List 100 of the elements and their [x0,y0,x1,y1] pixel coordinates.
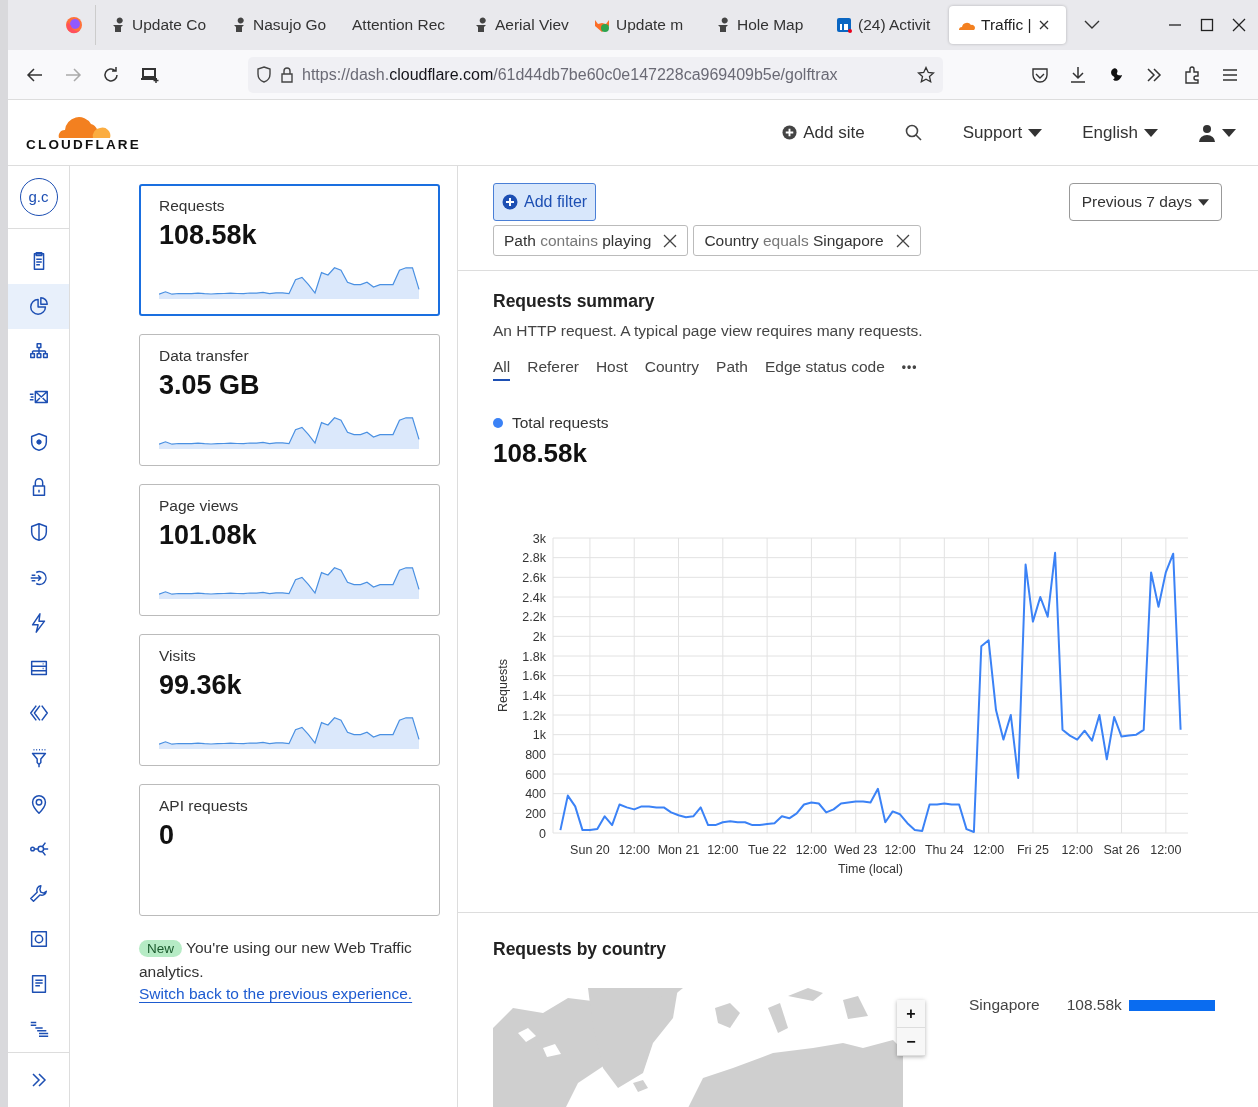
x-axis-title: Time (local) [838,862,903,876]
dimension-tab[interactable]: Host [595,358,628,381]
zoom-in-button[interactable]: + [897,1000,925,1028]
time-range-dropdown[interactable]: Previous 7 days [1068,183,1222,221]
y-tick-label: 2.4k [522,590,546,605]
laptop-icon[interactable] [140,65,160,84]
stat-label: API requests [159,797,249,815]
stat-card[interactable]: Data transfer 3.05 GB [139,334,440,466]
x-tick-label: Sun 20 [570,843,610,857]
y-tick-label: 2.6k [522,570,546,585]
notice-text: You're using our new Web Traffic [186,939,412,956]
legend-label: Total requests [512,414,609,432]
stat-value: 3.05 GB [159,370,261,401]
browser-tab[interactable]: Nasujo Go [223,6,340,44]
y-tick-label: 2.2k [522,610,546,625]
address-bar[interactable]: https://dash.cloudflare.com/61d44db7be60c0e147228ca969409b5e/golftrax [248,56,943,93]
total-value: 108.58k [493,438,588,469]
x-tick-label: 12:00 [1150,843,1182,857]
dimension-tab[interactable]: Country [644,358,700,381]
stat-value: 0 [159,820,176,851]
square-icon [836,17,852,33]
menu-dropdown[interactable]: English [1082,122,1158,143]
filter-chip[interactable]: Country equals Singapore [693,225,921,256]
x-tick-label: Thu 24 [924,843,964,857]
browser-tab[interactable]: Hole Map [707,6,824,44]
logo-text: CLOUDFLARE [26,137,141,152]
y-tick-label: 600 [525,767,546,782]
filter-chip[interactable]: Path contains playing [493,225,689,256]
wrench-icon [27,882,50,905]
pocket-icon[interactable] [1031,65,1049,84]
plus-circle-icon [502,194,518,210]
browser-tab[interactable]: Attention Rec [344,6,461,44]
switch-back-link[interactable]: Switch back to the previous experience. [139,985,440,1003]
stat-label: Data transfer [159,347,250,365]
add-site-button[interactable]: Add site [782,122,865,143]
new-badge: New [139,940,182,957]
expand-icon[interactable] [29,1071,48,1089]
x-tick-label: Fri 25 [1016,843,1049,857]
firefox-icon [64,16,83,34]
add-filter-button[interactable]: Add filter [493,183,597,221]
dimension-tab[interactable]: Referer [527,358,579,381]
close-icon[interactable] [895,233,910,248]
y-tick-label: 1k [532,728,546,743]
chevrons-right-icon[interactable] [1145,65,1163,84]
y-tick-label: 2.8k [522,551,546,566]
close-icon[interactable] [663,233,678,248]
stat-label: Page views [159,497,240,515]
browser-tab[interactable]: Aerial Viev [465,6,582,44]
pie-chart-icon [27,295,50,318]
y-tick-label: 3k [532,531,546,546]
caret-icon [1222,128,1236,137]
browser-tab[interactable]: (24) Activit [828,6,945,44]
stat-card[interactable]: Requests 108.58k [139,184,440,316]
close-icon[interactable] [1037,19,1050,31]
maximize-icon[interactable] [1200,18,1214,32]
y-tick-label: 1.2k [522,708,546,723]
x-tick-label: 12:00 [618,843,650,857]
reload-icon[interactable] [102,65,120,84]
filter-text: Country equals Singapore [704,231,884,250]
filter-text: Path contains playing [504,231,652,250]
dimension-tab[interactable]: Edge status code [764,358,885,381]
section-title: Requests summary [493,291,656,312]
stat-value: 101.08k [159,520,258,551]
dimension-tab[interactable]: Path [716,358,748,381]
section-title: Requests by country [493,939,668,960]
x-tick-label: Sat 26 [1103,843,1140,857]
x-tick-label: 12:00 [884,843,916,857]
caret-icon [1198,198,1209,206]
back-icon[interactable] [26,65,44,84]
browser-tab[interactable]: Update m [586,6,703,44]
sidebar-item[interactable] [8,283,69,330]
y-tick-label: 200 [525,806,546,821]
stat-card[interactable]: Visits 99.36k [139,634,440,766]
x-tick-label: Mon 21 [657,843,700,857]
plus-circle-icon [782,125,798,140]
chevron-down-icon[interactable] [1084,20,1100,30]
zoom-out-button[interactable]: − [897,1028,925,1056]
stat-card[interactable]: API requests 0 [139,784,440,916]
x-tick-label: Tue 22 [747,843,787,857]
x-tick-label: 12:00 [707,843,739,857]
stat-value: 99.36k [159,670,243,701]
y-tick-label: 800 [525,747,546,762]
close-icon[interactable] [1232,18,1246,32]
search-icon[interactable] [904,123,923,142]
user-menu[interactable] [1198,123,1236,142]
y-axis-title: Requests [496,659,510,712]
menu-dropdown[interactable]: Support [962,122,1043,143]
x-tick-label: 12:00 [973,843,1005,857]
user-icon [1198,123,1216,142]
browser-tab[interactable]: Update Co [102,6,219,44]
puzzle-icon[interactable] [1183,65,1201,84]
y-tick-label: 0 [539,826,546,841]
y-tick-label: 1.4k [522,688,546,703]
stat-card[interactable]: Page views 101.08k [139,484,440,616]
star-icon[interactable] [917,65,935,84]
download-icon[interactable] [1069,65,1087,84]
more-button[interactable]: ••• [901,360,918,379]
stat-value: 108.58k [159,220,258,251]
dimension-tab[interactable]: All [493,358,511,381]
browser-tab[interactable]: Traffic | [949,6,1066,44]
